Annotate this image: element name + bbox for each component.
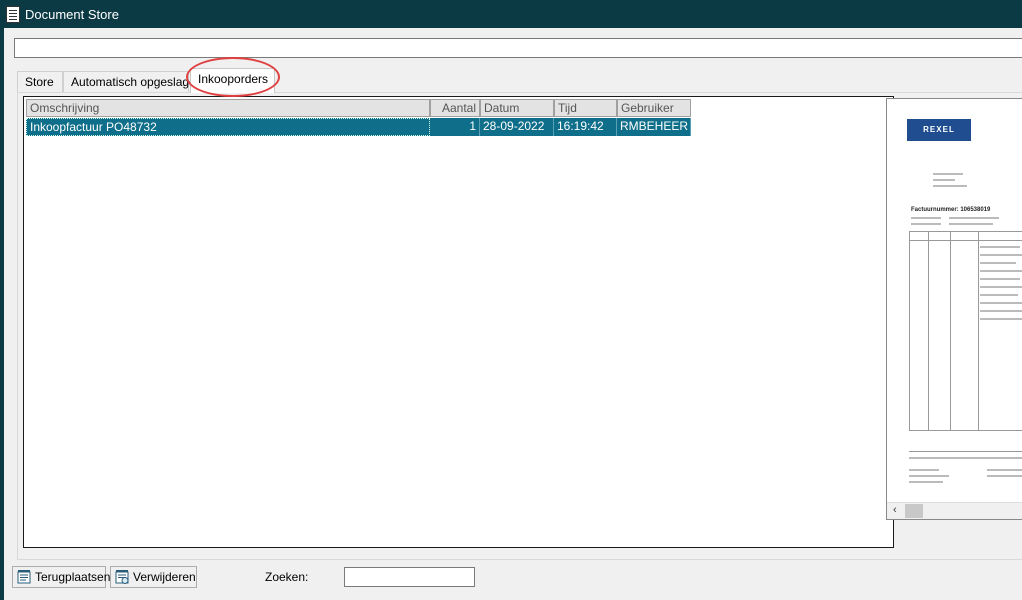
cell-tijd: 16:19:42 [554,118,617,136]
bottom-toolbar: Terugplaatsen Verwijderen Zoeken: [4,564,1022,600]
tab-panel-inkooporders: Omschrijving Aantal Datum Tijd Gebruiker… [17,92,1022,560]
main-window: Store Automatisch opgeslagen Inkooporder… [4,28,1022,600]
column-header-aantal[interactable]: Aantal [430,99,480,117]
column-header-tijd[interactable]: Tijd [554,99,617,117]
column-header-omschrijving[interactable]: Omschrijving [26,99,430,117]
cell-gebruiker: RMBEHEER [617,118,691,136]
terugplaatsen-label: Terugplaatsen [35,570,111,584]
scroll-thumb[interactable] [905,504,923,518]
tab-inkooporders[interactable]: Inkooporders [190,68,275,93]
search-label: Zoeken: [265,570,309,584]
terugplaatsen-button[interactable]: Terugplaatsen [12,566,110,588]
delete-document-icon [115,570,129,584]
path-field[interactable] [14,38,1022,58]
cell-aantal: 1 [430,118,480,136]
window-title: Document Store [25,7,119,22]
scroll-left-icon[interactable]: ‹ [893,504,897,516]
column-header-gebruiker[interactable]: Gebruiker [617,99,691,117]
verwijderen-button[interactable]: Verwijderen [110,566,197,588]
orders-grid[interactable]: Omschrijving Aantal Datum Tijd Gebruiker… [23,96,894,548]
invoice-table [909,231,1022,431]
search-input[interactable] [344,567,475,587]
preview-horizontal-scrollbar[interactable]: ‹ [887,502,1022,519]
invoice-number-label: Factuurnummer: 106538019 [911,207,991,213]
rexel-logo: REXEL [907,119,971,141]
document-list-icon [6,6,20,23]
cell-datum: 28-09-2022 [480,118,554,136]
column-header-datum[interactable]: Datum [480,99,554,117]
tab-store[interactable]: Store [17,71,63,93]
tab-automatisch-opgeslagen[interactable]: Automatisch opgeslagen [63,71,202,93]
cell-omschrijving: Inkoopfactuur PO48732 [26,118,430,136]
title-bar: Document Store [0,0,1022,28]
restore-document-icon [17,570,31,584]
document-preview[interactable]: REXEL Factuurnummer: 106538019 ‹ [886,98,1022,520]
verwijderen-label: Verwijderen [133,570,196,584]
